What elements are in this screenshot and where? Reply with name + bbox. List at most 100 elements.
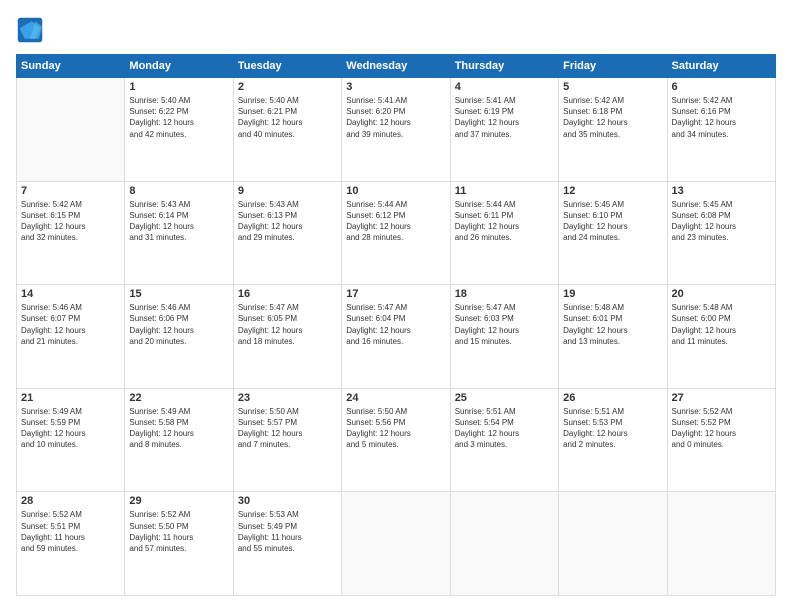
day-number: 5 bbox=[563, 81, 662, 93]
day-info: Sunrise: 5:52 AM Sunset: 5:50 PM Dayligh… bbox=[129, 509, 228, 554]
day-info: Sunrise: 5:51 AM Sunset: 5:54 PM Dayligh… bbox=[455, 406, 554, 451]
day-number: 3 bbox=[346, 81, 445, 93]
day-info: Sunrise: 5:43 AM Sunset: 6:14 PM Dayligh… bbox=[129, 199, 228, 244]
day-number: 30 bbox=[238, 495, 337, 507]
day-info: Sunrise: 5:42 AM Sunset: 6:18 PM Dayligh… bbox=[563, 95, 662, 140]
logo bbox=[16, 16, 48, 44]
calendar-cell: 7 Sunrise: 5:42 AM Sunset: 6:15 PM Daylig… bbox=[17, 181, 125, 285]
day-info: Sunrise: 5:48 AM Sunset: 6:00 PM Dayligh… bbox=[672, 302, 771, 347]
day-number: 27 bbox=[672, 392, 771, 404]
weekday-header-row: SundayMondayTuesdayWednesdayThursdayFrid… bbox=[17, 55, 776, 78]
calendar-cell: 12 Sunrise: 5:45 AM Sunset: 6:10 PM Dayli… bbox=[559, 181, 667, 285]
calendar-cell: 30 Sunrise: 5:53 AM Sunset: 5:49 PM Dayli… bbox=[233, 492, 341, 596]
calendar-cell: 8 Sunrise: 5:43 AM Sunset: 6:14 PM Daylig… bbox=[125, 181, 233, 285]
day-info: Sunrise: 5:46 AM Sunset: 6:06 PM Dayligh… bbox=[129, 302, 228, 347]
day-info: Sunrise: 5:46 AM Sunset: 6:07 PM Dayligh… bbox=[21, 302, 120, 347]
day-info: Sunrise: 5:44 AM Sunset: 6:12 PM Dayligh… bbox=[346, 199, 445, 244]
day-number: 29 bbox=[129, 495, 228, 507]
day-number: 6 bbox=[672, 81, 771, 93]
day-info: Sunrise: 5:51 AM Sunset: 5:53 PM Dayligh… bbox=[563, 406, 662, 451]
week-row-3: 14 Sunrise: 5:46 AM Sunset: 6:07 PM Dayli… bbox=[17, 285, 776, 389]
header bbox=[16, 16, 776, 44]
calendar-table: SundayMondayTuesdayWednesdayThursdayFrid… bbox=[16, 54, 776, 596]
day-number: 16 bbox=[238, 288, 337, 300]
weekday-header-wednesday: Wednesday bbox=[342, 55, 450, 78]
calendar-cell: 26Sunrise: 5:51 AM Sunset: 5:53 PM Dayli… bbox=[559, 388, 667, 492]
calendar-cell: 22Sunrise: 5:49 AM Sunset: 5:58 PM Dayli… bbox=[125, 388, 233, 492]
weekday-header-friday: Friday bbox=[559, 55, 667, 78]
week-row-1: 1 Sunrise: 5:40 AM Sunset: 6:22 PM Daylig… bbox=[17, 78, 776, 182]
calendar-cell: 27Sunrise: 5:52 AM Sunset: 5:52 PM Dayli… bbox=[667, 388, 775, 492]
day-info: Sunrise: 5:44 AM Sunset: 6:11 PM Dayligh… bbox=[455, 199, 554, 244]
calendar-cell: 2 Sunrise: 5:40 AM Sunset: 6:21 PM Daylig… bbox=[233, 78, 341, 182]
calendar-cell bbox=[17, 78, 125, 182]
day-info: Sunrise: 5:52 AM Sunset: 5:51 PM Dayligh… bbox=[21, 509, 120, 554]
day-info: Sunrise: 5:41 AM Sunset: 6:20 PM Dayligh… bbox=[346, 95, 445, 140]
day-number: 15 bbox=[129, 288, 228, 300]
day-info: Sunrise: 5:53 AM Sunset: 5:49 PM Dayligh… bbox=[238, 509, 337, 554]
calendar-cell: 23Sunrise: 5:50 AM Sunset: 5:57 PM Dayli… bbox=[233, 388, 341, 492]
day-number: 22 bbox=[129, 392, 228, 404]
weekday-header-saturday: Saturday bbox=[667, 55, 775, 78]
day-info: Sunrise: 5:40 AM Sunset: 6:21 PM Dayligh… bbox=[238, 95, 337, 140]
day-number: 7 bbox=[21, 185, 120, 197]
calendar-cell: 15 Sunrise: 5:46 AM Sunset: 6:06 PM Dayli… bbox=[125, 285, 233, 389]
day-info: Sunrise: 5:40 AM Sunset: 6:22 PM Dayligh… bbox=[129, 95, 228, 140]
calendar-cell: 25 Sunrise: 5:51 AM Sunset: 5:54 PM Dayli… bbox=[450, 388, 558, 492]
calendar-cell: 19 Sunrise: 5:48 AM Sunset: 6:01 PM Dayli… bbox=[559, 285, 667, 389]
weekday-header-tuesday: Tuesday bbox=[233, 55, 341, 78]
day-info: Sunrise: 5:41 AM Sunset: 6:19 PM Dayligh… bbox=[455, 95, 554, 140]
calendar-cell: 1 Sunrise: 5:40 AM Sunset: 6:22 PM Daylig… bbox=[125, 78, 233, 182]
day-number: 14 bbox=[21, 288, 120, 300]
day-info: Sunrise: 5:47 AM Sunset: 6:04 PM Dayligh… bbox=[346, 302, 445, 347]
calendar-cell: 20 Sunrise: 5:48 AM Sunset: 6:00 PM Dayli… bbox=[667, 285, 775, 389]
week-row-4: 21Sunrise: 5:49 AM Sunset: 5:59 PM Dayli… bbox=[17, 388, 776, 492]
calendar-cell: 9 Sunrise: 5:43 AM Sunset: 6:13 PM Daylig… bbox=[233, 181, 341, 285]
calendar-cell: 4 Sunrise: 5:41 AM Sunset: 6:19 PM Daylig… bbox=[450, 78, 558, 182]
day-info: Sunrise: 5:42 AM Sunset: 6:16 PM Dayligh… bbox=[672, 95, 771, 140]
logo-icon bbox=[16, 16, 44, 44]
day-info: Sunrise: 5:47 AM Sunset: 6:03 PM Dayligh… bbox=[455, 302, 554, 347]
day-number: 10 bbox=[346, 185, 445, 197]
day-number: 19 bbox=[563, 288, 662, 300]
day-number: 23 bbox=[238, 392, 337, 404]
day-number: 13 bbox=[672, 185, 771, 197]
day-number: 28 bbox=[21, 495, 120, 507]
calendar-cell: 14 Sunrise: 5:46 AM Sunset: 6:07 PM Dayli… bbox=[17, 285, 125, 389]
day-number: 17 bbox=[346, 288, 445, 300]
day-info: Sunrise: 5:45 AM Sunset: 6:10 PM Dayligh… bbox=[563, 199, 662, 244]
calendar-cell: 18 Sunrise: 5:47 AM Sunset: 6:03 PM Dayli… bbox=[450, 285, 558, 389]
day-number: 25 bbox=[455, 392, 554, 404]
day-number: 11 bbox=[455, 185, 554, 197]
day-info: Sunrise: 5:49 AM Sunset: 5:59 PM Dayligh… bbox=[21, 406, 120, 451]
calendar-cell: 24 Sunrise: 5:50 AM Sunset: 5:56 PM Dayli… bbox=[342, 388, 450, 492]
calendar-cell: 29 Sunrise: 5:52 AM Sunset: 5:50 PM Dayli… bbox=[125, 492, 233, 596]
day-info: Sunrise: 5:48 AM Sunset: 6:01 PM Dayligh… bbox=[563, 302, 662, 347]
calendar-cell: 16Sunrise: 5:47 AM Sunset: 6:05 PM Dayli… bbox=[233, 285, 341, 389]
calendar-cell: 13Sunrise: 5:45 AM Sunset: 6:08 PM Dayli… bbox=[667, 181, 775, 285]
day-info: Sunrise: 5:43 AM Sunset: 6:13 PM Dayligh… bbox=[238, 199, 337, 244]
day-number: 24 bbox=[346, 392, 445, 404]
day-number: 9 bbox=[238, 185, 337, 197]
calendar-cell: 5 Sunrise: 5:42 AM Sunset: 6:18 PM Daylig… bbox=[559, 78, 667, 182]
calendar-cell bbox=[342, 492, 450, 596]
day-number: 12 bbox=[563, 185, 662, 197]
day-info: Sunrise: 5:42 AM Sunset: 6:15 PM Dayligh… bbox=[21, 199, 120, 244]
day-info: Sunrise: 5:50 AM Sunset: 5:56 PM Dayligh… bbox=[346, 406, 445, 451]
page: SundayMondayTuesdayWednesdayThursdayFrid… bbox=[0, 0, 792, 612]
day-number: 4 bbox=[455, 81, 554, 93]
day-number: 18 bbox=[455, 288, 554, 300]
calendar-cell: 3 Sunrise: 5:41 AM Sunset: 6:20 PM Daylig… bbox=[342, 78, 450, 182]
day-number: 2 bbox=[238, 81, 337, 93]
week-row-5: 28 Sunrise: 5:52 AM Sunset: 5:51 PM Dayli… bbox=[17, 492, 776, 596]
weekday-header-sunday: Sunday bbox=[17, 55, 125, 78]
day-number: 8 bbox=[129, 185, 228, 197]
calendar-cell: 17 Sunrise: 5:47 AM Sunset: 6:04 PM Dayli… bbox=[342, 285, 450, 389]
calendar-cell: 10 Sunrise: 5:44 AM Sunset: 6:12 PM Dayli… bbox=[342, 181, 450, 285]
weekday-header-monday: Monday bbox=[125, 55, 233, 78]
week-row-2: 7 Sunrise: 5:42 AM Sunset: 6:15 PM Daylig… bbox=[17, 181, 776, 285]
calendar-cell bbox=[667, 492, 775, 596]
calendar-cell: 28 Sunrise: 5:52 AM Sunset: 5:51 PM Dayli… bbox=[17, 492, 125, 596]
day-number: 20 bbox=[672, 288, 771, 300]
day-number: 1 bbox=[129, 81, 228, 93]
